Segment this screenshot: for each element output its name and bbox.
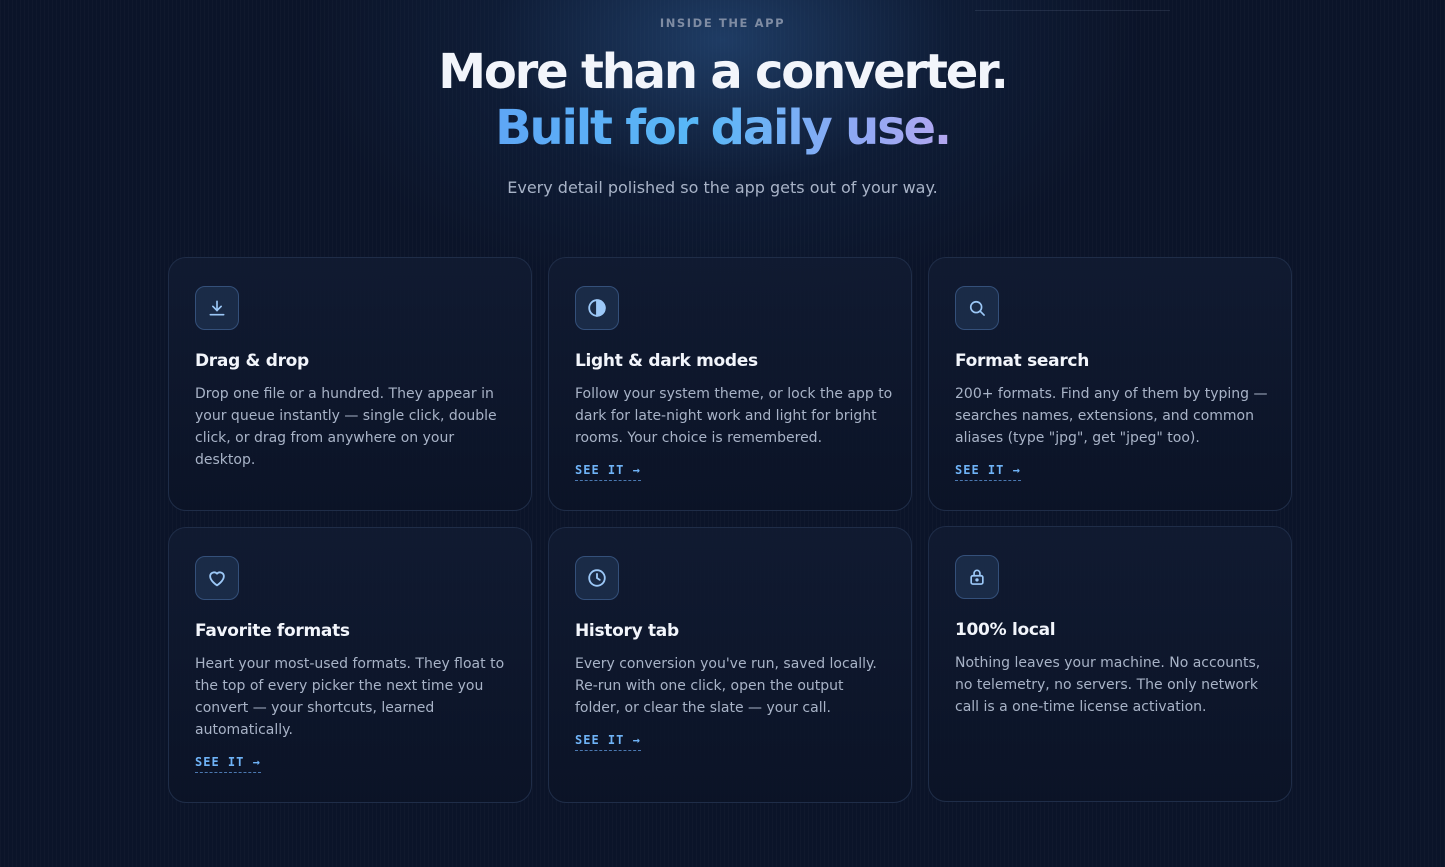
feature-description: 200+ formats. Find any of them by typing… (955, 386, 1268, 446)
see-it-link[interactable]: SEE IT → (955, 463, 1021, 481)
lock-icon (955, 555, 999, 599)
see-it-link[interactable]: SEE IT → (575, 463, 641, 481)
feature-card-local: 100% local Nothing leaves your machine. … (928, 526, 1292, 802)
feature-description: Nothing leaves your machine. No accounts… (955, 655, 1261, 715)
feature-description: Follow your system theme, or lock the ap… (575, 386, 893, 446)
search-icon (955, 286, 999, 330)
feature-title: 100% local (955, 620, 1056, 640)
top-divider (975, 10, 1170, 11)
clock-icon (575, 556, 619, 600)
feature-card-format-search: Format search 200+ formats. Find any of … (928, 257, 1292, 511)
heart-icon (195, 556, 239, 600)
download-icon (195, 286, 239, 330)
see-it-link[interactable]: SEE IT → (575, 733, 641, 751)
feature-title: History tab (575, 621, 679, 641)
section-headline: More than a converter. Built for daily u… (0, 44, 1445, 156)
see-it-link[interactable]: SEE IT → (195, 755, 261, 773)
feature-title: Light & dark modes (575, 351, 758, 371)
section-eyebrow: INSIDE THE APP (659, 16, 786, 30)
feature-title: Favorite formats (195, 621, 350, 641)
feature-description: Every conversion you've run, saved local… (575, 656, 877, 716)
feature-card-history-tab: History tab Every conversion you've run,… (548, 527, 912, 803)
contrast-icon (575, 286, 619, 330)
feature-card-light-dark: Light & dark modes Follow your system th… (548, 257, 912, 511)
headline-line-2: Built for daily use. (495, 100, 952, 156)
feature-card-favorite-formats: Favorite formats Heart your most-used fo… (168, 527, 532, 803)
feature-title: Drag & drop (195, 351, 309, 371)
headline-line-1: More than a converter. (438, 44, 1009, 100)
feature-description: Heart your most-used formats. They float… (195, 656, 505, 738)
section-subtitle: Every detail polished so the app gets ou… (507, 178, 938, 197)
feature-description: Drop one file or a hundred. They appear … (195, 386, 497, 468)
feature-card-drag-drop: Drag & drop Drop one file or a hundred. … (168, 257, 532, 511)
feature-title: Format search (955, 351, 1090, 371)
